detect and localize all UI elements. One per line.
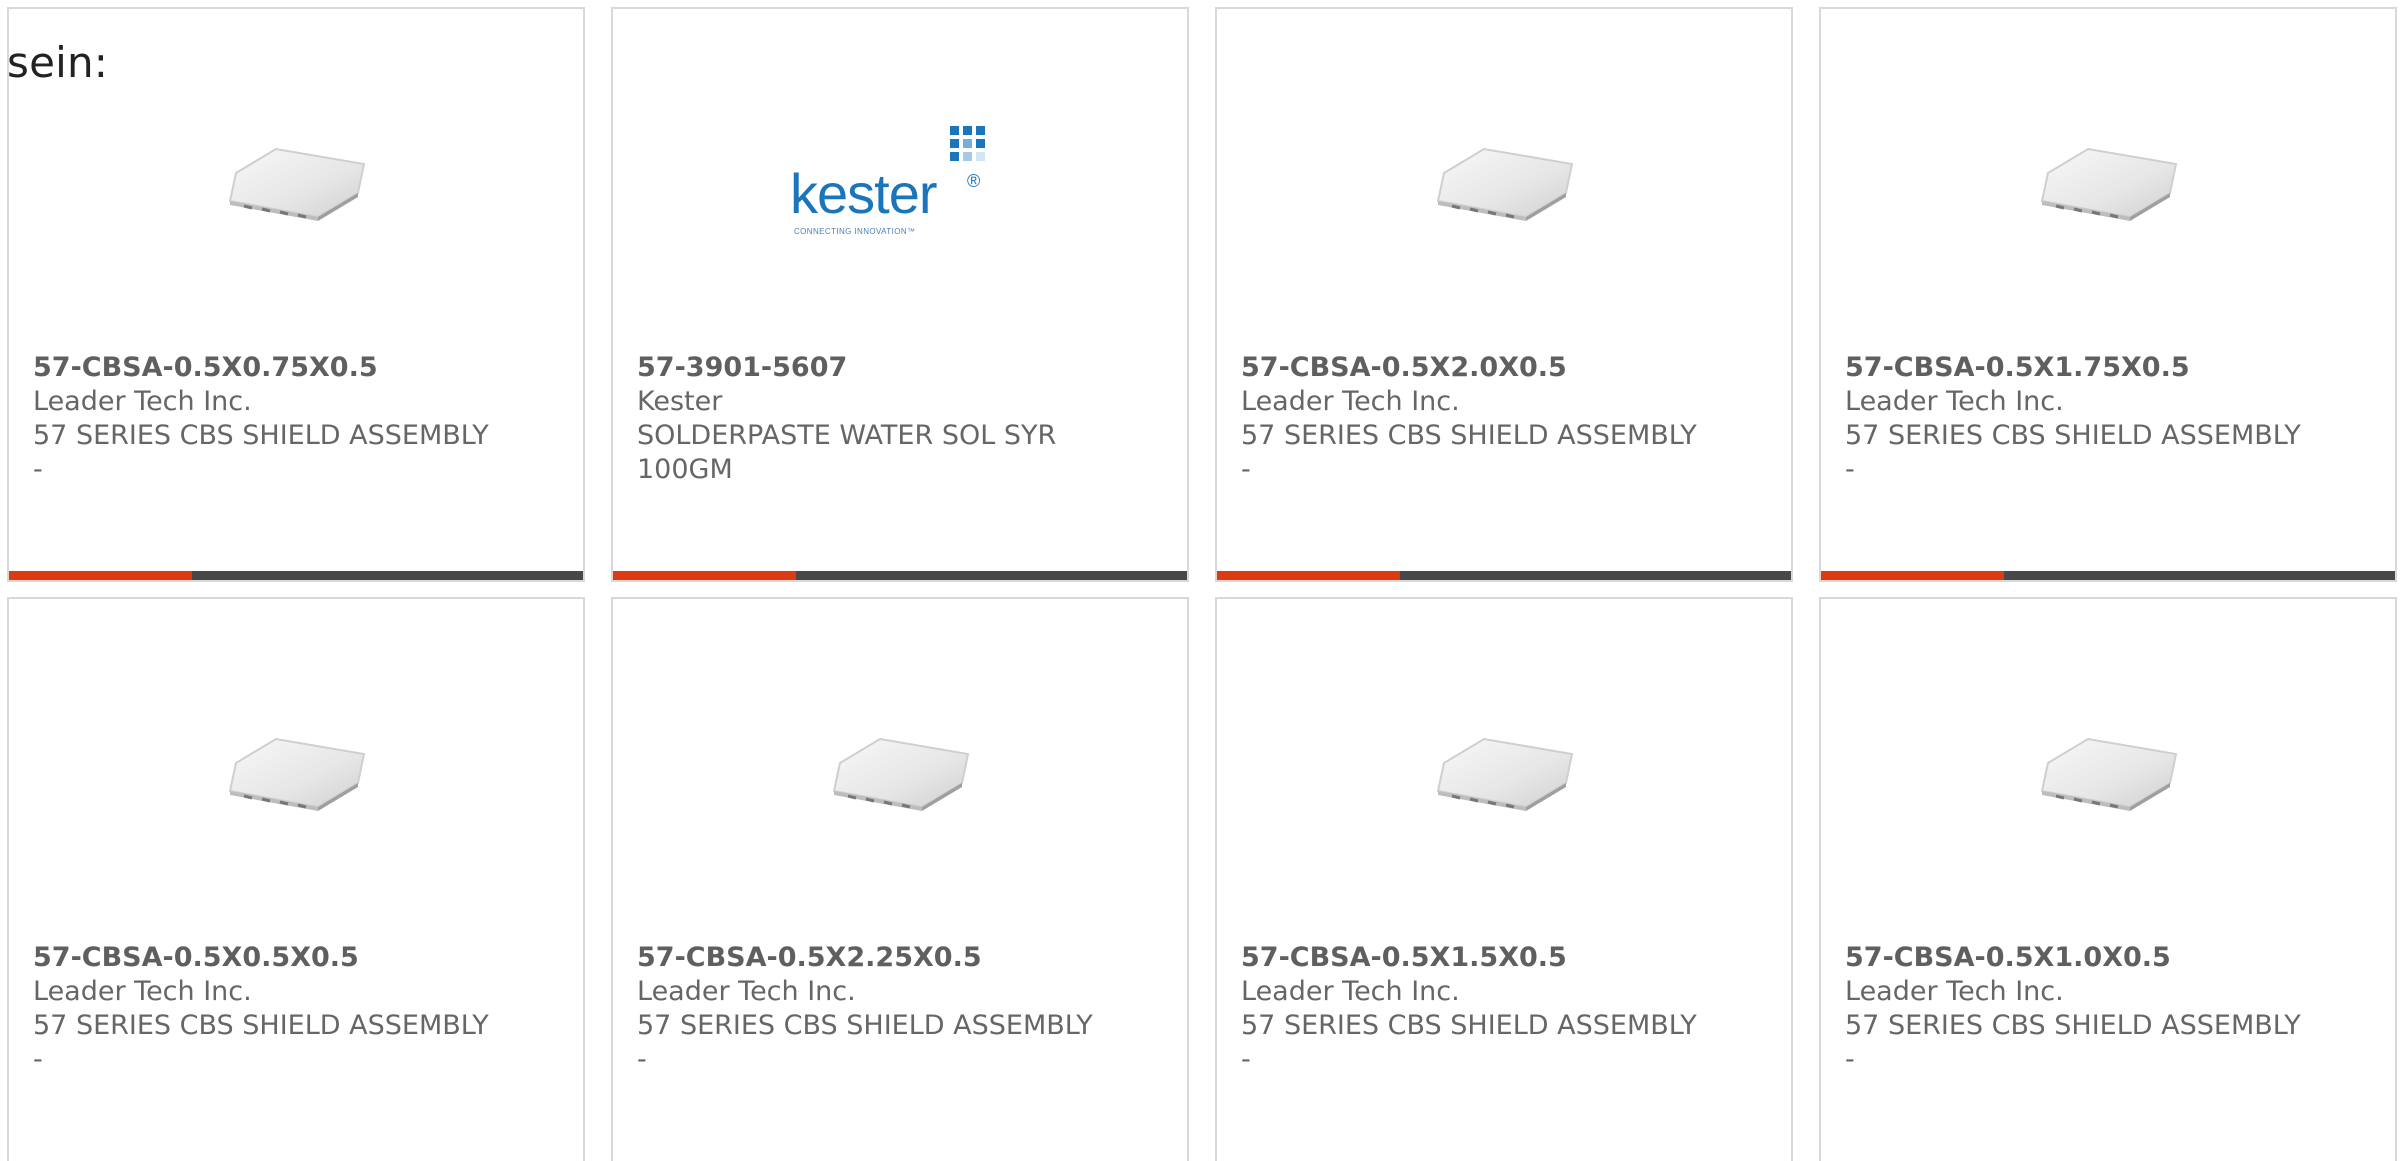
product-image [1821,699,2395,849]
product-card[interactable]: 57-CBSA-0.5X2.25X0.5 Leader Tech Inc. 57… [611,597,1189,1161]
kester-tagline: CONNECTING INNOVATION™ [794,227,916,236]
product-image [1821,109,2395,259]
description: 57 SERIES CBS SHIELD ASSEMBLY - [33,420,489,485]
card-accent-bar [9,571,583,580]
product-card[interactable]: 57-CBSA-0.5X0.75X0.5 Leader Tech Inc. 57… [7,7,585,582]
manufacturer: Leader Tech Inc. [637,976,856,1007]
product-card[interactable]: 57-CBSA-0.5X1.0X0.5 Leader Tech Inc. 57 … [1819,597,2397,1161]
accent-bar-segment [1821,571,2004,580]
manufacturer: Leader Tech Inc. [1845,386,2064,417]
card-accent-bar [613,571,1187,580]
product-image [613,699,1187,849]
product-grid-page: sein: 57-CBSA-0.5X0.75X0.5 Leader Tech I… [0,0,2400,1161]
description: 57 SERIES CBS SHIELD ASSEMBLY - [1241,420,1697,485]
product-image [1217,109,1791,259]
product-info: 57-CBSA-0.5X0.5X0.5 Leader Tech Inc. 57 … [33,941,533,1077]
product-info: 57-CBSA-0.5X2.25X0.5 Leader Tech Inc. 57… [637,941,1137,1077]
product-info: 57-CBSA-0.5X2.0X0.5 Leader Tech Inc. 57 … [1241,351,1741,487]
product-info: 57-3901-5607 Kester SOLDERPASTE WATER SO… [637,351,1137,487]
product-card[interactable]: 57-CBSA-0.5X1.75X0.5 Leader Tech Inc. 57… [1819,7,2397,582]
part-number[interactable]: 57-3901-5607 [637,351,1137,385]
product-info: 57-CBSA-0.5X1.0X0.5 Leader Tech Inc. 57 … [1845,941,2345,1077]
product-card[interactable]: 57-CBSA-0.5X2.0X0.5 Leader Tech Inc. 57 … [1215,7,1793,582]
accent-bar-segment [613,571,796,580]
product-card[interactable]: 57-CBSA-0.5X0.5X0.5 Leader Tech Inc. 57 … [7,597,585,1161]
accent-bar-segment [1217,571,1400,580]
kester-logo: kester ® CONNECTING INNOVATION™ [790,124,1010,244]
trademark-symbol: ® [967,171,981,191]
kester-wordmark: kester [790,162,937,225]
description: 57 SERIES CBS SHIELD ASSEMBLY - [1845,420,2301,485]
card-accent-bar [1217,571,1791,580]
part-number[interactable]: 57-CBSA-0.5X2.25X0.5 [637,941,1137,975]
part-number[interactable]: 57-CBSA-0.5X0.75X0.5 [33,351,533,385]
logo-grid-icon [950,126,985,161]
product-card[interactable]: kester ® CONNECTING INNOVATION™ 57-3901-… [611,7,1189,582]
card-accent-bar [1821,571,2395,580]
shield-assembly-image [228,147,366,221]
dark-bar-segment [2004,571,2395,580]
manufacturer: Leader Tech Inc. [1241,386,1460,417]
product-card[interactable]: 57-CBSA-0.5X1.5X0.5 Leader Tech Inc. 57 … [1215,597,1793,1161]
description: SOLDERPASTE WATER SOL SYR 100GM [637,420,1057,485]
product-image: kester ® CONNECTING INNOVATION™ [613,109,1187,259]
part-number[interactable]: 57-CBSA-0.5X0.5X0.5 [33,941,533,975]
description: 57 SERIES CBS SHIELD ASSEMBLY - [33,1010,489,1075]
shield-assembly-image [1436,147,1574,221]
accent-bar-segment [9,571,192,580]
shield-assembly-image [1436,737,1574,811]
manufacturer: Kester [637,386,723,417]
description: 57 SERIES CBS SHIELD ASSEMBLY - [1241,1010,1697,1075]
description: 57 SERIES CBS SHIELD ASSEMBLY - [1845,1010,2301,1075]
manufacturer: Leader Tech Inc. [33,386,252,417]
description: 57 SERIES CBS SHIELD ASSEMBLY - [637,1010,1093,1075]
shield-assembly-image [2040,147,2178,221]
dark-bar-segment [1400,571,1791,580]
shield-assembly-image [2040,737,2178,811]
part-number[interactable]: 57-CBSA-0.5X1.75X0.5 [1845,351,2345,385]
shield-assembly-image [228,737,366,811]
dark-bar-segment [796,571,1187,580]
part-number[interactable]: 57-CBSA-0.5X2.0X0.5 [1241,351,1741,385]
product-info: 57-CBSA-0.5X1.75X0.5 Leader Tech Inc. 57… [1845,351,2345,487]
product-image [9,699,583,849]
shield-assembly-image [832,737,970,811]
manufacturer: Leader Tech Inc. [1241,976,1460,1007]
manufacturer: Leader Tech Inc. [1845,976,2064,1007]
product-info: 57-CBSA-0.5X1.5X0.5 Leader Tech Inc. 57 … [1241,941,1741,1077]
part-number[interactable]: 57-CBSA-0.5X1.0X0.5 [1845,941,2345,975]
intro-text: sein: [7,38,109,87]
manufacturer: Leader Tech Inc. [33,976,252,1007]
product-info: 57-CBSA-0.5X0.75X0.5 Leader Tech Inc. 57… [33,351,533,487]
dark-bar-segment [192,571,583,580]
product-image [1217,699,1791,849]
part-number[interactable]: 57-CBSA-0.5X1.5X0.5 [1241,941,1741,975]
product-image [9,109,583,259]
